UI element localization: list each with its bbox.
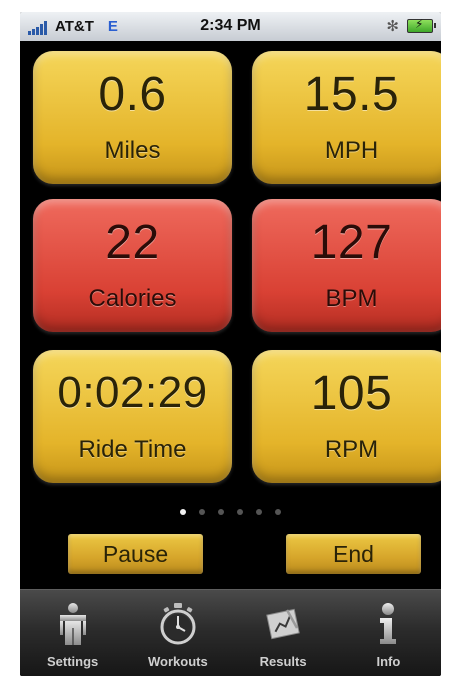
- tab-settings[interactable]: Settings: [20, 590, 125, 676]
- tile-value: 22: [105, 216, 160, 269]
- tab-info[interactable]: Info: [336, 590, 441, 676]
- tile-label: RPM: [324, 436, 379, 463]
- status-time: 2:34 PM: [200, 17, 261, 34]
- tile-label: MPH: [324, 137, 379, 164]
- page-dot[interactable]: [218, 509, 224, 515]
- page-dot[interactable]: [256, 509, 262, 515]
- status-bar: AT&T E 2:34 PM ✻ ⚡: [20, 12, 441, 41]
- tab-label: Workouts: [148, 654, 208, 669]
- page-dot[interactable]: [275, 509, 281, 515]
- tile-label: Calories: [88, 285, 177, 312]
- tile-miles[interactable]: 0.6 Miles: [33, 51, 232, 184]
- stopwatch-icon: [160, 603, 196, 645]
- tile-label: Miles: [104, 137, 161, 164]
- status-right: ✻ ⚡: [386, 17, 436, 35]
- page-dot[interactable]: [237, 509, 243, 515]
- page-dot[interactable]: [199, 509, 205, 515]
- page-dot[interactable]: [180, 509, 186, 515]
- tile-value: 105: [310, 367, 393, 420]
- page-indicator[interactable]: [20, 509, 441, 515]
- app-screen: AT&T E 2:34 PM ✻ ⚡ 0.6 Miles 15.5 MPH 22…: [20, 12, 441, 676]
- tile-label: BPM: [325, 285, 378, 312]
- tab-label: Results: [259, 654, 307, 669]
- tab-label: Settings: [46, 654, 99, 669]
- tile-calories[interactable]: 22 Calories: [33, 199, 232, 332]
- tile-ride-time[interactable]: 0:02:29 Ride Time: [33, 350, 232, 483]
- bluetooth-icon: ✻: [386, 18, 399, 35]
- clipboard-icon: [266, 608, 300, 640]
- tab-label: Info: [376, 654, 401, 669]
- tile-value: 15.5: [303, 68, 400, 121]
- tile-value: 0.6: [98, 68, 167, 121]
- tile-value: 127: [310, 216, 393, 269]
- battery-icon: ⚡: [407, 17, 436, 33]
- end-button[interactable]: End: [286, 534, 421, 574]
- tab-results[interactable]: Results: [231, 590, 336, 676]
- tile-mph[interactable]: 15.5 MPH: [252, 51, 441, 184]
- tab-bar: Settings Workouts Results Info: [20, 589, 441, 676]
- tile-bpm[interactable]: 127 BPM: [252, 199, 441, 332]
- tab-workouts[interactable]: Workouts: [125, 590, 230, 676]
- tile-rpm[interactable]: 105 RPM: [252, 350, 441, 483]
- info-icon: [380, 603, 397, 644]
- tile-value: 0:02:29: [57, 368, 208, 417]
- person-icon: [59, 603, 86, 645]
- pause-button[interactable]: Pause: [68, 534, 203, 574]
- tile-label: Ride Time: [78, 436, 187, 463]
